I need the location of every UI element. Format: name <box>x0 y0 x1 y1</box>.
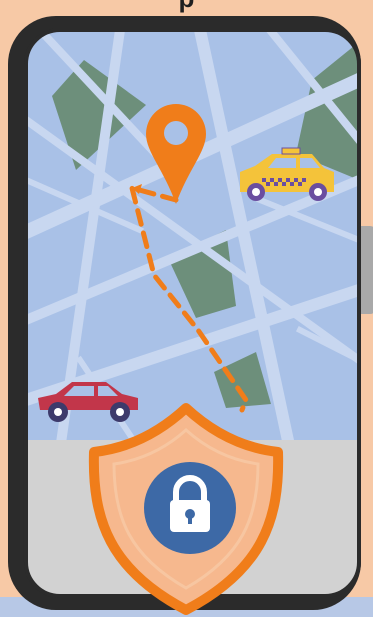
security-illustration: p <box>0 0 373 617</box>
illustration-canvas <box>0 0 373 617</box>
padlock-icon <box>144 462 236 554</box>
top-caption: p <box>0 0 373 12</box>
